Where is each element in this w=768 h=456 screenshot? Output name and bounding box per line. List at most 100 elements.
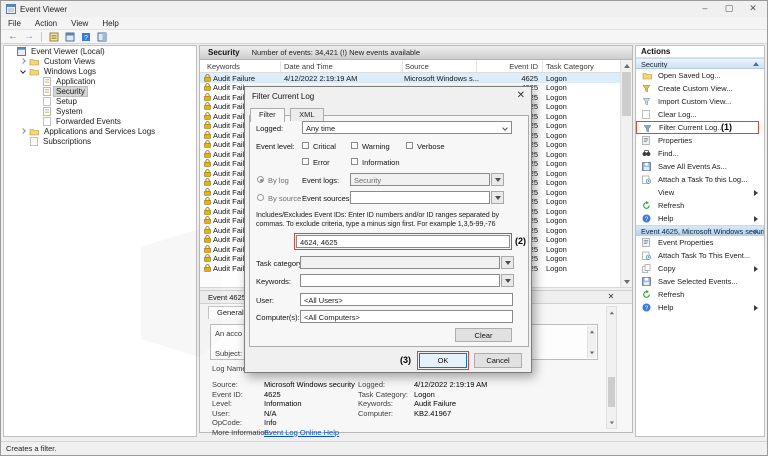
back-icon[interactable]: ←: [8, 31, 18, 43]
tree-item-custom-views[interactable]: Custom Views: [4, 56, 196, 66]
event-log-online-help-link[interactable]: Event Log Online Help: [264, 428, 339, 437]
console-window-icon[interactable]: [65, 32, 75, 42]
tree-item-subscriptions[interactable]: Subscriptions: [4, 136, 196, 146]
tree-item-forwarded-events[interactable]: Forwarded Events: [4, 116, 196, 126]
forward-icon[interactable]: →: [24, 31, 34, 43]
tree-item-applications-and-services-logs[interactable]: Applications and Services Logs: [4, 126, 196, 136]
scrollbar-thumb[interactable]: [622, 72, 631, 116]
dialog-close-icon[interactable]: ✕: [517, 90, 525, 101]
column-separator[interactable]: [402, 61, 403, 72]
expand-chevron-icon[interactable]: [20, 58, 26, 64]
preview-scrollbar[interactable]: [606, 306, 617, 429]
by-source-radio[interactable]: [257, 194, 264, 201]
action-attach-a-task-to-this-log[interactable]: Attach a Task To this Log...: [636, 173, 764, 186]
menu-action[interactable]: Action: [28, 17, 64, 29]
column-header-keywords[interactable]: Keywords: [207, 62, 240, 71]
column-separator[interactable]: [542, 61, 543, 72]
event-sources-dropdown-icon[interactable]: [491, 191, 504, 204]
task-category-combobox[interactable]: [300, 256, 500, 269]
tree-item-security[interactable]: Security: [4, 85, 196, 97]
column-header-task-category[interactable]: Task Category: [546, 62, 594, 71]
action-help[interactable]: ? Help: [636, 212, 764, 225]
expand-chevron-icon[interactable]: [20, 68, 26, 74]
collapse-icon[interactable]: [753, 62, 759, 66]
column-header-date-and-time[interactable]: Date and Time: [284, 62, 333, 71]
logged-combobox[interactable]: Any time: [302, 121, 512, 134]
action-save-selected-events[interactable]: Save Selected Events...: [636, 275, 764, 288]
menu-help[interactable]: Help: [95, 17, 125, 29]
tree-item-setup[interactable]: Setup: [4, 96, 196, 106]
information-checkbox[interactable]: [351, 158, 358, 165]
action-pane-icon[interactable]: [97, 32, 107, 42]
event-logs-combobox[interactable]: Security: [350, 173, 490, 186]
action-help[interactable]: ? Help: [636, 301, 764, 314]
actions-section-event-4625-microsoft-windows-s[interactable]: Event 4625, Microsoft Windows security a…: [636, 225, 764, 236]
console-icon: [17, 46, 26, 56]
close-button[interactable]: ✕: [741, 1, 765, 17]
event-logs-dropdown-icon[interactable]: [491, 173, 504, 186]
keywords-dropdown-icon[interactable]: [501, 274, 514, 287]
action-label: Help: [658, 303, 674, 312]
event-list-scrollbar[interactable]: [620, 60, 632, 287]
action-view[interactable]: View: [636, 186, 764, 199]
verbose-checkbox[interactable]: [406, 142, 413, 149]
action-import-custom-view[interactable]: Import Custom View...: [636, 95, 764, 108]
clear-button[interactable]: Clear: [455, 328, 512, 342]
tab-xml[interactable]: XML: [290, 108, 324, 121]
event-ids-input[interactable]: 4624, 4625: [296, 235, 510, 248]
critical-checkbox[interactable]: [302, 142, 309, 149]
verbose-label: Verbose: [417, 142, 445, 151]
export-list-icon[interactable]: [49, 32, 59, 42]
column-separator[interactable]: [280, 61, 281, 72]
menu-file[interactable]: File: [1, 17, 28, 29]
warning-checkbox[interactable]: [351, 142, 358, 149]
save-icon: [642, 277, 651, 286]
action-find[interactable]: Find...: [636, 147, 764, 160]
audit-lock-icon: [204, 130, 211, 139]
collapse-icon[interactable]: [753, 229, 759, 233]
action-attach-task-to-this-event[interactable]: Attach Task To This Event...: [636, 249, 764, 262]
preview-close-icon[interactable]: ✕: [606, 292, 616, 301]
ok-button[interactable]: OK: [419, 353, 467, 368]
action-properties[interactable]: Properties: [636, 134, 764, 147]
by-log-radio[interactable]: [257, 176, 264, 183]
event-row[interactable]: Audit Failure 4/12/2022 2:19:19 AM Microso…: [200, 73, 621, 83]
task-category-dropdown-icon[interactable]: [501, 256, 514, 269]
action-open-saved-log[interactable]: Open Saved Log...: [636, 69, 764, 82]
action-refresh[interactable]: Refresh: [636, 288, 764, 301]
scroll-up-icon[interactable]: [621, 60, 632, 71]
cancel-button[interactable]: Cancel: [474, 353, 522, 368]
actions-section-security[interactable]: Security: [636, 58, 764, 69]
maximize-button[interactable]: ▢: [717, 1, 741, 17]
user-input[interactable]: <All Users>: [300, 293, 513, 306]
menu-view[interactable]: View: [64, 17, 95, 29]
column-separator[interactable]: [476, 61, 477, 72]
expand-chevron-icon[interactable]: [20, 128, 26, 134]
tab-filter[interactable]: Filter: [250, 108, 285, 122]
action-event-properties[interactable]: Event Properties: [636, 236, 764, 249]
keywords-combobox[interactable]: [300, 274, 500, 287]
action-filter-current-log[interactable]: Filter Current Log... (1): [636, 121, 759, 134]
action-copy[interactable]: Copy: [636, 262, 764, 275]
toolbar: ← → ?: [1, 30, 767, 44]
ok-highlight-box: OK: [417, 351, 469, 370]
event-sources-combobox[interactable]: [350, 191, 490, 204]
column-header-event-id[interactable]: Event ID: [476, 62, 538, 71]
tree-item-event-viewer-local[interactable]: Event Viewer (Local): [4, 46, 196, 56]
help-icon[interactable]: ?: [81, 32, 91, 42]
action-create-custom-view[interactable]: Create Custom View...: [636, 82, 764, 95]
computers-input[interactable]: <All Computers>: [300, 310, 513, 323]
error-checkbox[interactable]: [302, 158, 309, 165]
minimize-button[interactable]: –: [693, 1, 717, 17]
description-scrollbar[interactable]: [587, 326, 596, 358]
action-refresh[interactable]: Refresh: [636, 199, 764, 212]
action-label: Save Selected Events...: [658, 277, 738, 286]
column-header-source[interactable]: Source: [405, 62, 429, 71]
scroll-down-icon[interactable]: [621, 276, 632, 287]
cell-task: Logon: [546, 111, 567, 121]
action-save-all-events-as[interactable]: Save All Events As...: [636, 160, 764, 173]
tree-item-windows-logs[interactable]: Windows Logs: [4, 66, 196, 76]
action-clear-log[interactable]: Clear Log...: [636, 108, 764, 121]
tree-item-system[interactable]: System: [4, 106, 196, 116]
tree-item-application[interactable]: Application: [4, 76, 196, 86]
